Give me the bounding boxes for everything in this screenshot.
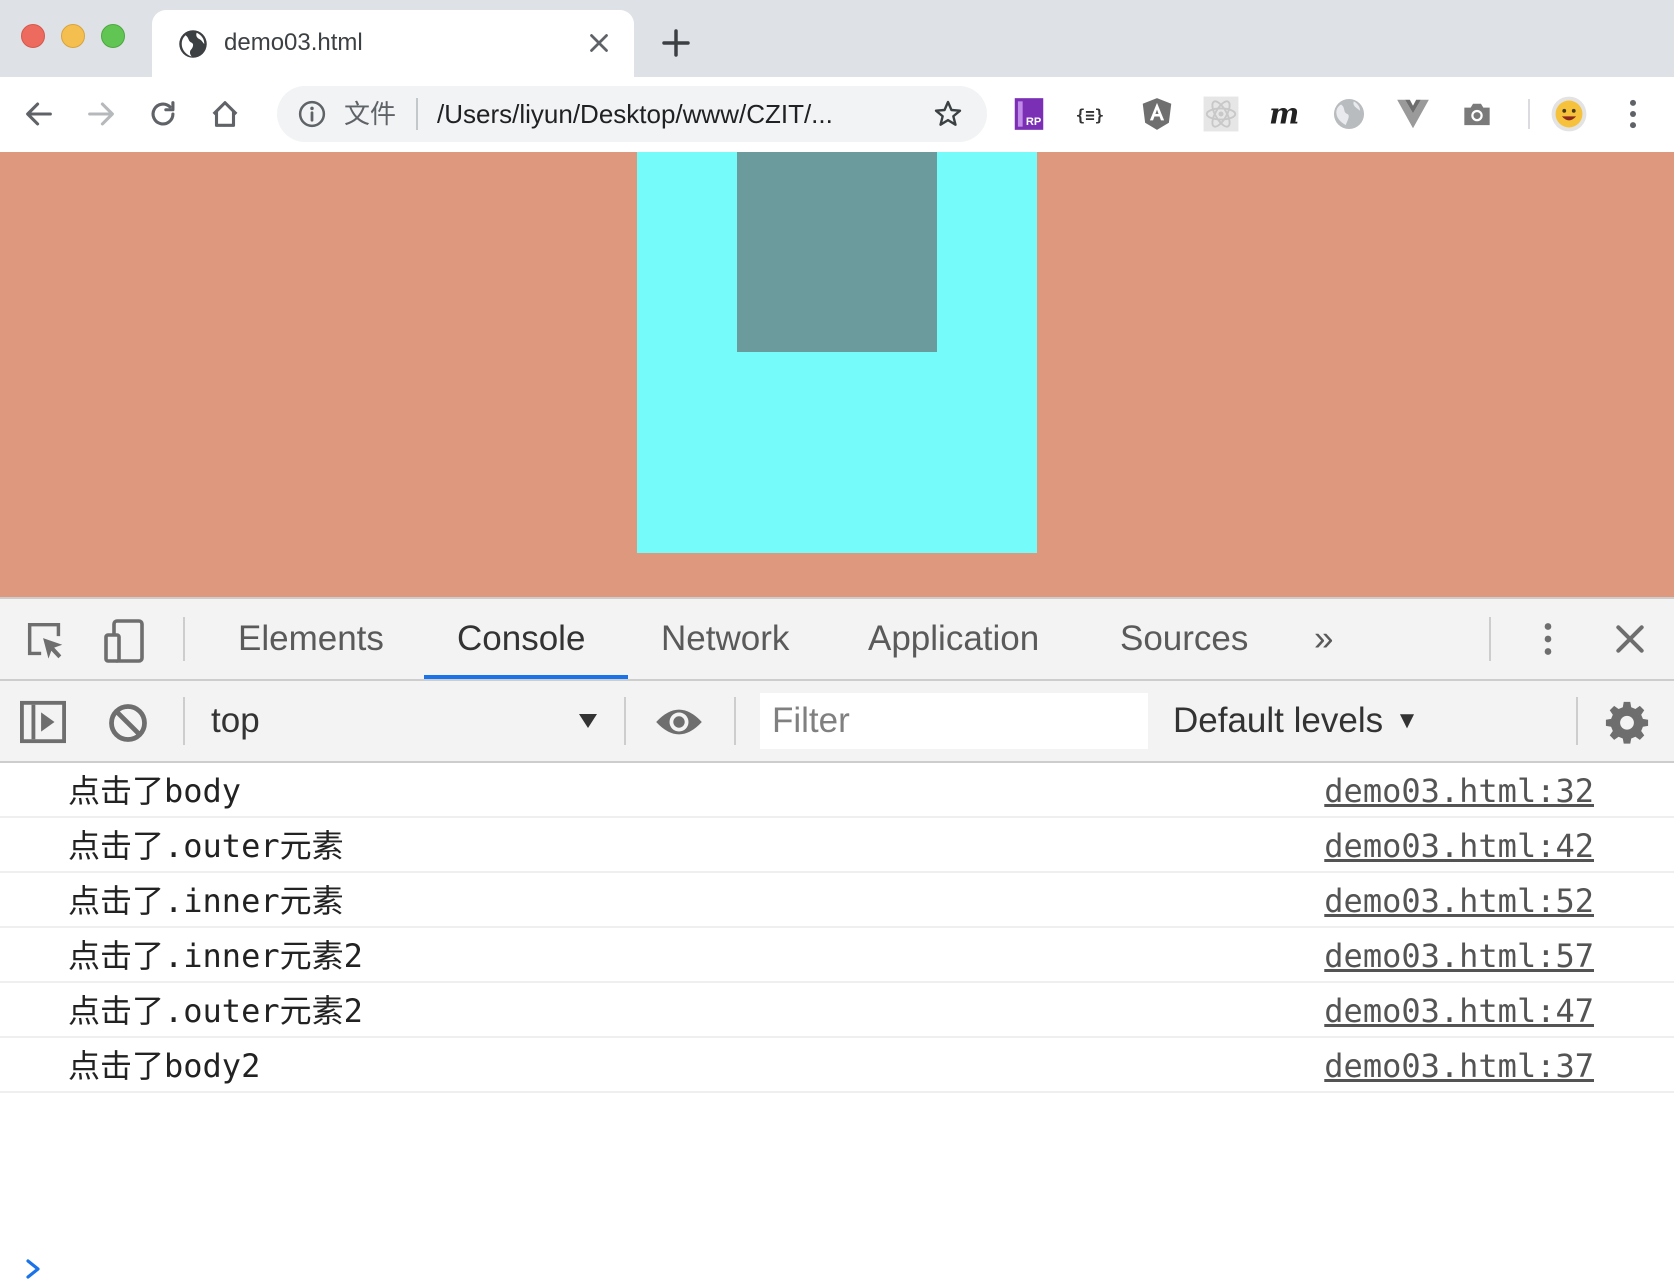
minimize-window-button[interactable] xyxy=(61,24,85,48)
gear-icon[interactable] xyxy=(1604,699,1650,745)
log-source-link[interactable]: demo03.html:57 xyxy=(1324,936,1594,976)
context-selector[interactable]: top xyxy=(211,699,260,743)
console-message: 点击了body2 demo03.html:37 xyxy=(0,1038,1674,1093)
active-tab-indicator xyxy=(424,675,628,679)
log-message-text: 点击了.outer元素2 xyxy=(68,992,363,1030)
tab-network[interactable]: Network xyxy=(661,617,789,661)
devtools-tab-bar: Elements Console Network Application Sou… xyxy=(0,599,1674,681)
console-bar-separator-4 xyxy=(1576,697,1578,745)
browser-toolbar: 文件 /Users/liyun/Desktop/www/CZIT/... RP … xyxy=(0,77,1674,153)
globe-extension-icon[interactable] xyxy=(1330,95,1368,133)
tab-console[interactable]: Console xyxy=(457,617,585,661)
svg-text:RP: RP xyxy=(1026,116,1042,128)
device-toolbar-icon[interactable] xyxy=(101,617,149,665)
kebab-menu-icon[interactable] xyxy=(1614,95,1652,133)
more-tabs-button[interactable]: » xyxy=(1314,617,1333,661)
console-toolbar: top Default levels ▼ xyxy=(0,681,1674,763)
tab-application[interactable]: Application xyxy=(868,617,1039,661)
tab-title: demo03.html xyxy=(224,29,363,56)
log-source-link[interactable]: demo03.html:32 xyxy=(1324,771,1594,811)
console-message: 点击了.inner元素2 demo03.html:57 xyxy=(0,928,1674,983)
eye-icon[interactable] xyxy=(654,703,704,741)
console-message: 点击了.outer元素 demo03.html:42 xyxy=(0,818,1674,873)
globe-icon xyxy=(179,30,207,58)
axure-rp-icon[interactable]: RP xyxy=(1010,95,1048,133)
console-message: 点击了.inner元素 demo03.html:52 xyxy=(0,873,1674,928)
log-message-text: 点击了body xyxy=(68,772,242,810)
browser-tab[interactable]: demo03.html xyxy=(152,10,634,77)
log-message-text: 点击了.outer元素 xyxy=(68,827,344,865)
info-icon[interactable] xyxy=(297,99,327,129)
log-message-text: 点击了.inner元素 xyxy=(68,882,344,920)
extensions-separator xyxy=(1528,99,1530,129)
zoom-window-button[interactable] xyxy=(101,24,125,48)
vue-icon[interactable] xyxy=(1394,95,1432,133)
filter-input[interactable] xyxy=(760,693,1148,749)
react-icon[interactable] xyxy=(1202,95,1240,133)
log-levels-label: Default levels xyxy=(1173,701,1384,740)
levels-dropdown-arrow-icon: ▼ xyxy=(1395,707,1419,734)
devtools-menu-icon[interactable] xyxy=(1528,617,1568,661)
svg-text:m: m xyxy=(1269,97,1299,131)
address-bar[interactable]: 文件 /Users/liyun/Desktop/www/CZIT/... xyxy=(277,86,987,142)
camera-icon[interactable] xyxy=(1458,95,1496,133)
console-bar-separator-2 xyxy=(624,697,626,745)
console-bar-separator xyxy=(183,697,185,745)
log-source-link[interactable]: demo03.html:47 xyxy=(1324,991,1594,1031)
console-message: 点击了body demo03.html:32 xyxy=(0,763,1674,818)
close-devtools-icon[interactable] xyxy=(1610,619,1650,659)
back-arrow-icon[interactable] xyxy=(22,97,56,131)
tab-strip: demo03.html xyxy=(0,0,1674,77)
angular-icon[interactable] xyxy=(1138,95,1176,133)
reload-icon[interactable] xyxy=(146,97,180,131)
plus-icon[interactable] xyxy=(660,27,692,59)
log-message-text: 点击了.inner元素2 xyxy=(68,937,363,975)
forward-arrow-icon[interactable] xyxy=(84,97,118,131)
security-label[interactable]: 文件 xyxy=(344,98,396,130)
tab-sources[interactable]: Sources xyxy=(1120,617,1248,661)
tab-elements[interactable]: Elements xyxy=(238,617,384,661)
outer-element[interactable] xyxy=(637,152,1037,553)
tab-bar-separator-right xyxy=(1489,617,1491,661)
chevron-down-icon[interactable] xyxy=(576,709,600,733)
inspect-element-icon[interactable] xyxy=(22,617,68,663)
tab-bar-separator xyxy=(183,617,185,661)
m-icon[interactable]: m xyxy=(1266,95,1304,133)
log-source-link[interactable]: demo03.html:42 xyxy=(1324,826,1594,866)
page-body[interactable] xyxy=(0,152,1674,597)
star-icon[interactable] xyxy=(932,98,964,130)
devtools-panel: Elements Console Network Application Sou… xyxy=(0,597,1674,1279)
clear-console-icon[interactable] xyxy=(106,701,150,745)
log-source-link[interactable]: demo03.html:37 xyxy=(1324,1046,1594,1086)
svg-text:{≡}: {≡} xyxy=(1076,105,1105,124)
close-tab-icon[interactable] xyxy=(584,28,614,58)
inner-element[interactable] xyxy=(737,152,937,352)
log-levels-dropdown[interactable]: Default levels ▼ xyxy=(1173,699,1419,743)
log-message-text: 点击了body2 xyxy=(68,1047,261,1085)
omnibox-separator xyxy=(416,98,418,130)
emoji-avatar-icon[interactable] xyxy=(1550,95,1588,133)
console-bar-separator-3 xyxy=(734,697,736,745)
show-sidebar-icon[interactable] xyxy=(18,699,68,745)
json-formatter-icon[interactable]: {≡} xyxy=(1074,95,1112,133)
home-icon[interactable] xyxy=(208,97,242,131)
log-source-link[interactable]: demo03.html:52 xyxy=(1324,881,1594,921)
console-prompt-icon[interactable] xyxy=(22,1255,46,1283)
console-message: 点击了.outer元素2 demo03.html:47 xyxy=(0,983,1674,1038)
console-messages: 点击了body demo03.html:32 点击了.outer元素 demo0… xyxy=(0,763,1674,1279)
url-text[interactable]: /Users/liyun/Desktop/www/CZIT/... xyxy=(437,98,833,130)
close-window-button[interactable] xyxy=(21,24,45,48)
